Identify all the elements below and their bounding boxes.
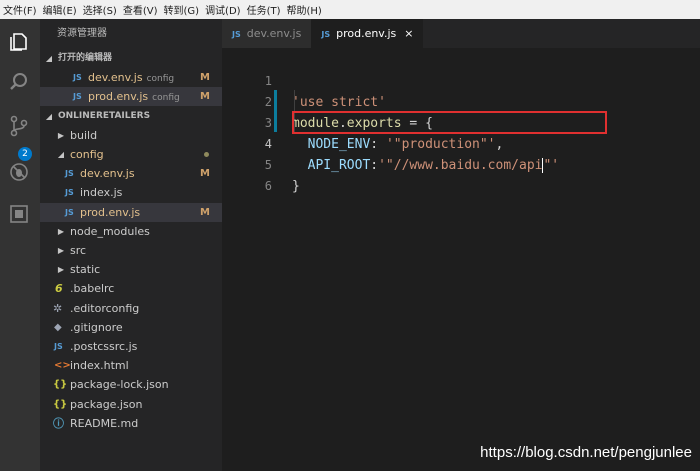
json-file-icon: {} [53, 379, 68, 390]
chevron-down-icon: ◢ [45, 54, 53, 63]
explorer-title: 资源管理器 [57, 28, 107, 39]
chevron-down-icon: ◢ [57, 150, 65, 159]
info-icon: ⓘ [53, 417, 64, 430]
code-editor[interactable]: 1 'use strict' 2 module.exports = { 3 NO… [222, 48, 700, 471]
scm-badge: 2 [18, 147, 32, 161]
modified-badge: M [200, 168, 210, 179]
html-file-icon: <> [54, 360, 71, 371]
js-file-icon: JS [73, 92, 82, 101]
babel-icon: 6 [55, 282, 63, 295]
chevron-right-icon: ▶ [57, 131, 65, 140]
tab-prod-env[interactable]: JS prod.env.js × [311, 19, 424, 48]
modified-badge: M [200, 91, 210, 102]
js-file-icon: JS [65, 208, 74, 217]
open-editors-header[interactable]: ◢ 打开的编辑器 [40, 49, 222, 68]
search-icon[interactable] [8, 71, 30, 93]
explorer-icon[interactable] [8, 31, 30, 53]
chevron-right-icon: ▶ [57, 246, 65, 255]
menu-help[interactable]: 帮助(H) [284, 2, 325, 17]
git-icon: ◆ [54, 322, 62, 333]
menu-selection[interactable]: 选择(S) [80, 2, 120, 17]
json-file-icon: {} [53, 399, 68, 410]
tree-file[interactable]: {} package.json [40, 395, 222, 414]
activity-bar: 2 [0, 19, 40, 471]
editor-tabs: JS dev.env.js JS prod.env.js × [222, 19, 700, 48]
tree-file[interactable]: JS prod.env.js M [40, 203, 222, 222]
code-line: 3 NODE_ENV: '"production"', [264, 116, 504, 152]
gear-icon: ✲ [53, 302, 63, 315]
tab-dev-env[interactable]: JS dev.env.js [222, 19, 312, 48]
tree-folder-static[interactable]: ▶ static [40, 260, 222, 279]
tree-file[interactable]: JS .postcssrc.js [40, 337, 222, 356]
open-editor-item[interactable]: JS dev.env.js config M [40, 68, 222, 87]
code-line: 5 } [264, 158, 300, 194]
explorer-sidebar: 资源管理器 ◢ 打开的编辑器 JS dev.env.js config M JS … [40, 19, 222, 471]
tree-folder-config[interactable]: ◢ config [40, 145, 222, 164]
tree-file[interactable]: ✲ .editorconfig [40, 299, 222, 318]
menu-file[interactable]: 文件(F) [0, 2, 40, 17]
code-line: 6 [264, 179, 272, 193]
tree-folder-src[interactable]: ▶ src [40, 241, 222, 260]
close-icon[interactable]: × [404, 27, 413, 40]
tree-file[interactable]: ◆ .gitignore [40, 318, 222, 337]
tree-file[interactable]: JS index.js [40, 183, 222, 202]
modified-badge: M [200, 207, 210, 218]
tree-file[interactable]: ⓘ README.md [40, 414, 222, 433]
watermark: https://blog.csdn.net/pengjunlee [480, 444, 692, 461]
highlight-box [292, 111, 607, 134]
extensions-icon[interactable] [8, 203, 30, 225]
js-file-icon: JS [65, 188, 74, 197]
debug-icon[interactable] [8, 161, 30, 183]
menu-view[interactable]: 查看(V) [120, 2, 161, 17]
menu-bar: 文件(F) 编辑(E) 选择(S) 查看(V) 转到(G) 调试(D) 任务(T… [0, 0, 700, 19]
chevron-right-icon: ▶ [57, 227, 65, 236]
modified-dot [204, 152, 209, 157]
tree-file[interactable]: {} package-lock.json [40, 375, 222, 394]
menu-edit[interactable]: 编辑(E) [40, 2, 80, 17]
tree-folder-node-modules[interactable]: ▶ node_modules [40, 222, 222, 241]
code-line: 1 'use strict' [264, 74, 386, 110]
menu-debug[interactable]: 调试(D) [202, 2, 244, 17]
chevron-down-icon: ◢ [45, 112, 53, 121]
chevron-right-icon: ▶ [57, 265, 65, 274]
tree-file[interactable]: 6 .babelrc [40, 279, 222, 298]
open-editor-item[interactable]: JS prod.env.js config M [40, 87, 222, 106]
source-control-icon[interactable] [8, 115, 30, 137]
menu-tasks[interactable]: 任务(T) [244, 2, 284, 17]
modified-badge: M [200, 72, 210, 83]
tree-folder-build[interactable]: ▶ build [40, 126, 222, 145]
js-file-icon: JS [65, 169, 74, 178]
tree-file[interactable]: <> index.html [40, 356, 222, 375]
js-file-icon: JS [232, 30, 241, 39]
project-header[interactable]: ◢ ONLINERETAILERS [40, 107, 222, 126]
menu-go[interactable]: 转到(G) [161, 2, 203, 17]
js-file-icon: JS [54, 342, 63, 351]
tree-file[interactable]: JS dev.env.js M [40, 164, 222, 183]
js-file-icon: JS [321, 30, 331, 39]
js-file-icon: JS [73, 73, 82, 82]
code-line: 2 module.exports = { [264, 95, 433, 131]
